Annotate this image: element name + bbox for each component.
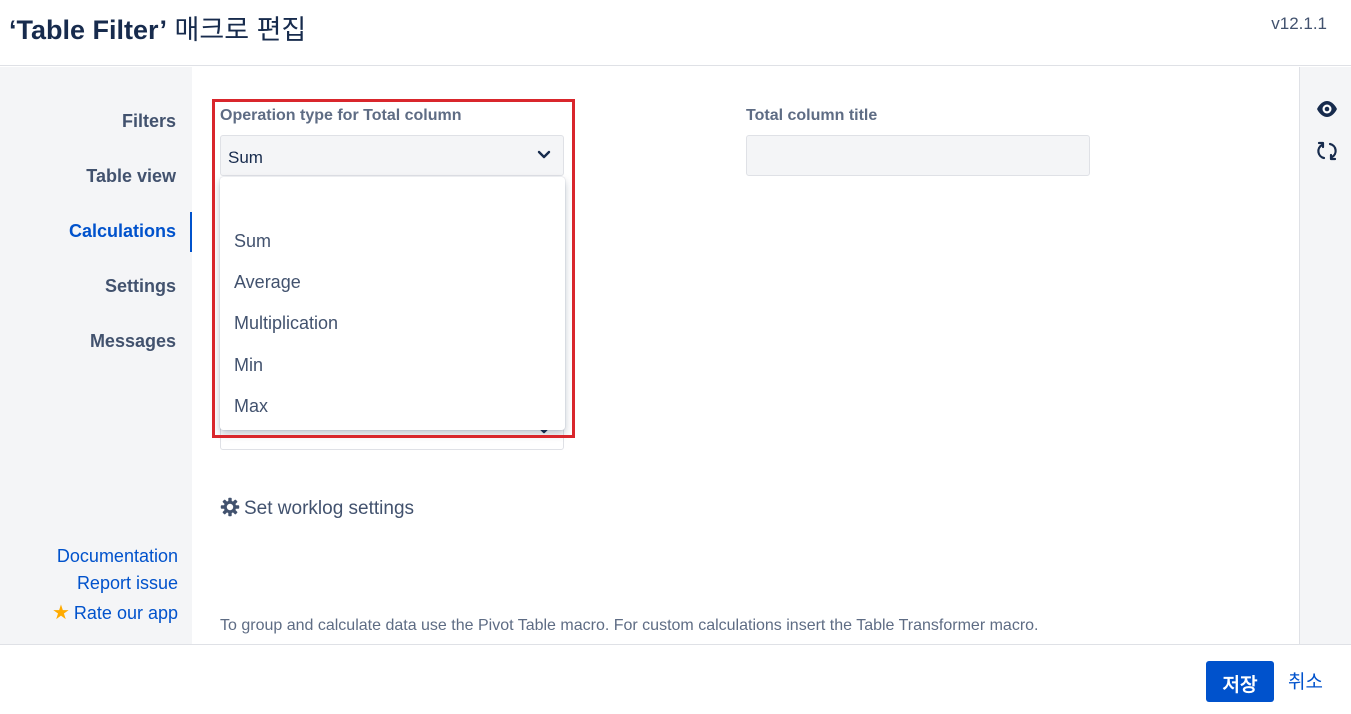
gear-icon — [220, 497, 240, 517]
sidebar-item-filters[interactable]: Filters — [122, 111, 176, 132]
report-issue-link[interactable]: Report issue — [77, 573, 178, 594]
dialog-title: ‘Table Filter’ 매크로 편집 — [9, 8, 306, 47]
save-button[interactable]: 저장 — [1206, 661, 1274, 702]
option-min[interactable]: Min — [234, 355, 263, 376]
operation-type-value: Sum — [228, 148, 263, 167]
right-toolbar — [1299, 67, 1351, 644]
option-sum[interactable]: Sum — [234, 231, 271, 252]
rate-app-label: Rate our app — [73, 603, 178, 623]
worklog-settings-label: Set worklog settings — [244, 498, 415, 519]
sidebar: Filters Table view Calculations Settings… — [0, 67, 192, 644]
worklog-settings-button[interactable]: Set worklog settings — [220, 497, 414, 520]
title-suffix: 매크로 편집 — [167, 15, 307, 45]
main-panel: Operation type for Total column Sum Tota… — [192, 67, 1299, 644]
rate-app-link[interactable]: ★ Rate our app — [52, 600, 178, 625]
cancel-button[interactable]: 취소 — [1288, 667, 1323, 694]
dialog-footer: 저장 취소 — [0, 644, 1351, 714]
sidebar-item-settings[interactable]: Settings — [105, 276, 176, 297]
option-max[interactable]: Max — [234, 396, 268, 417]
hint-text: To group and calculate data use the Pivo… — [220, 617, 1039, 634]
title-macro-name: ‘Table Filter’ — [9, 15, 168, 45]
option-multiplication[interactable]: Multiplication — [234, 313, 338, 334]
sidebar-item-calculations[interactable]: Calculations — [69, 221, 176, 242]
sidebar-item-messages[interactable]: Messages — [90, 331, 176, 352]
version-label: v12.1.1 — [1271, 14, 1327, 33]
operation-type-select[interactable]: Sum — [220, 135, 564, 176]
total-column-title-label: Total column title — [746, 107, 878, 124]
sidebar-item-table-view[interactable]: Table view — [86, 166, 176, 187]
documentation-link[interactable]: Documentation — [57, 546, 178, 567]
operation-type-dropdown: Sum Average Multiplication Min Max — [220, 177, 565, 430]
option-average[interactable]: Average — [234, 272, 301, 293]
operation-type-label: Operation type for Total column — [220, 107, 462, 124]
star-icon: ★ — [51, 602, 70, 624]
option-empty[interactable] — [234, 197, 534, 219]
total-column-title-input[interactable] — [746, 135, 1090, 176]
dialog-header: ‘Table Filter’ 매크로 편집 v12.1.1 — [0, 0, 1351, 66]
refresh-icon[interactable] — [1316, 140, 1338, 162]
chevron-down-icon — [537, 150, 551, 159]
eye-icon[interactable] — [1316, 98, 1338, 120]
